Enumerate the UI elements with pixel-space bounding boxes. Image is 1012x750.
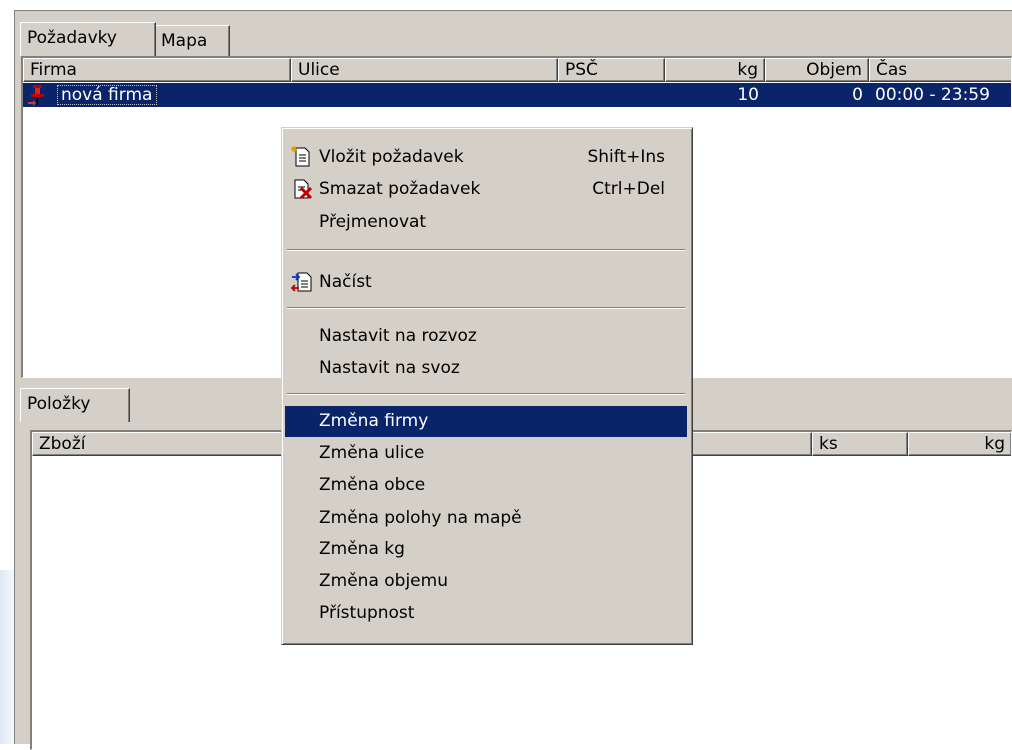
delete-document-icon (291, 178, 313, 200)
table-row[interactable]: nová firma 10 0 00:00 - 23:59 (23, 83, 1011, 107)
menu-item-label: Nastavit na rozvoz (319, 326, 477, 346)
context-menu: Vložit požadavek Shift+Ins Smazat požada… (281, 127, 693, 645)
pin-icon (27, 84, 49, 106)
menu-item-label: Smazat požadavek (319, 179, 481, 199)
menu-item-label: Změna ulice (319, 443, 425, 463)
menu-separator (287, 307, 685, 309)
menu-separator (287, 249, 685, 251)
menu-item-prejmenovat[interactable]: Přejmenovat (285, 207, 687, 238)
menu-item-nacist[interactable]: Načíst (285, 267, 687, 298)
menu-item-zmena-objemu[interactable]: Změna objemu (285, 566, 687, 597)
cell-cas: 00:00 - 23:59 (875, 85, 990, 105)
menu-item-nastavit-svoz[interactable]: Nastavit na svoz (285, 353, 687, 384)
menu-item-label: Přejmenovat (319, 212, 427, 232)
menu-item-zmena-kg[interactable]: Změna kg (285, 534, 687, 565)
tab-label: Požadavky (27, 28, 117, 48)
load-document-icon (290, 271, 313, 293)
menu-item-label: Nastavit na svoz (319, 358, 460, 378)
menu-item-label: Změna objemu (319, 571, 448, 591)
menu-item-smazat[interactable]: Smazat požadavek Ctrl+Del (285, 174, 687, 205)
menu-item-label: Přístupnost (319, 603, 415, 623)
menu-item-zmena-polohy[interactable]: Změna polohy na mapě (285, 503, 687, 534)
menu-item-zmena-ulice[interactable]: Změna ulice (285, 438, 687, 469)
menu-item-nastavit-rozvoz[interactable]: Nastavit na rozvoz (285, 321, 687, 352)
menu-item-label: Změna polohy na mapě (319, 508, 522, 528)
tab-mapa[interactable]: Mapa (154, 25, 230, 56)
tab-pozadavky[interactable]: Požadavky (20, 22, 156, 56)
menu-item-label: Změna firmy (319, 411, 429, 431)
cell-objem: 0 (852, 85, 863, 105)
tab-polozky[interactable]: Položky (20, 388, 130, 422)
menu-item-label: Změna obce (319, 475, 426, 495)
column-header-cas[interactable]: Čas (869, 58, 1011, 82)
menu-item-shortcut: Shift+Ins (587, 147, 665, 167)
menu-item-label: Změna kg (319, 539, 405, 559)
menu-item-label: Načíst (319, 272, 372, 292)
column-header-ks[interactable]: ks (812, 432, 908, 456)
column-header-kg[interactable]: kg (665, 58, 765, 82)
menu-item-zmena-obce[interactable]: Změna obce (285, 470, 687, 501)
tab-label: Mapa (161, 31, 208, 51)
menu-item-label: Vložit požadavek (319, 147, 464, 167)
column-header-ulice[interactable]: Ulice (291, 58, 558, 82)
menu-item-shortcut: Ctrl+Del (592, 179, 665, 199)
insert-document-icon (291, 146, 313, 168)
menu-separator (287, 393, 685, 395)
tab-label: Položky (27, 394, 91, 414)
menu-item-zmena-firmy[interactable]: Změna firmy (285, 406, 687, 437)
cell-kg: 10 (737, 85, 759, 105)
column-header-psc[interactable]: PSČ (558, 58, 665, 82)
menu-item-vlozit[interactable]: Vložit požadavek Shift+Ins (285, 142, 687, 173)
column-header-objem[interactable]: Objem (765, 58, 869, 82)
column-header-firma[interactable]: Firma (23, 58, 291, 82)
column-header-kg[interactable]: kg (908, 432, 1011, 456)
menu-item-pristupnost[interactable]: Přístupnost (285, 598, 687, 629)
background-strip (0, 570, 14, 744)
cell-firma: nová firma (61, 85, 153, 105)
